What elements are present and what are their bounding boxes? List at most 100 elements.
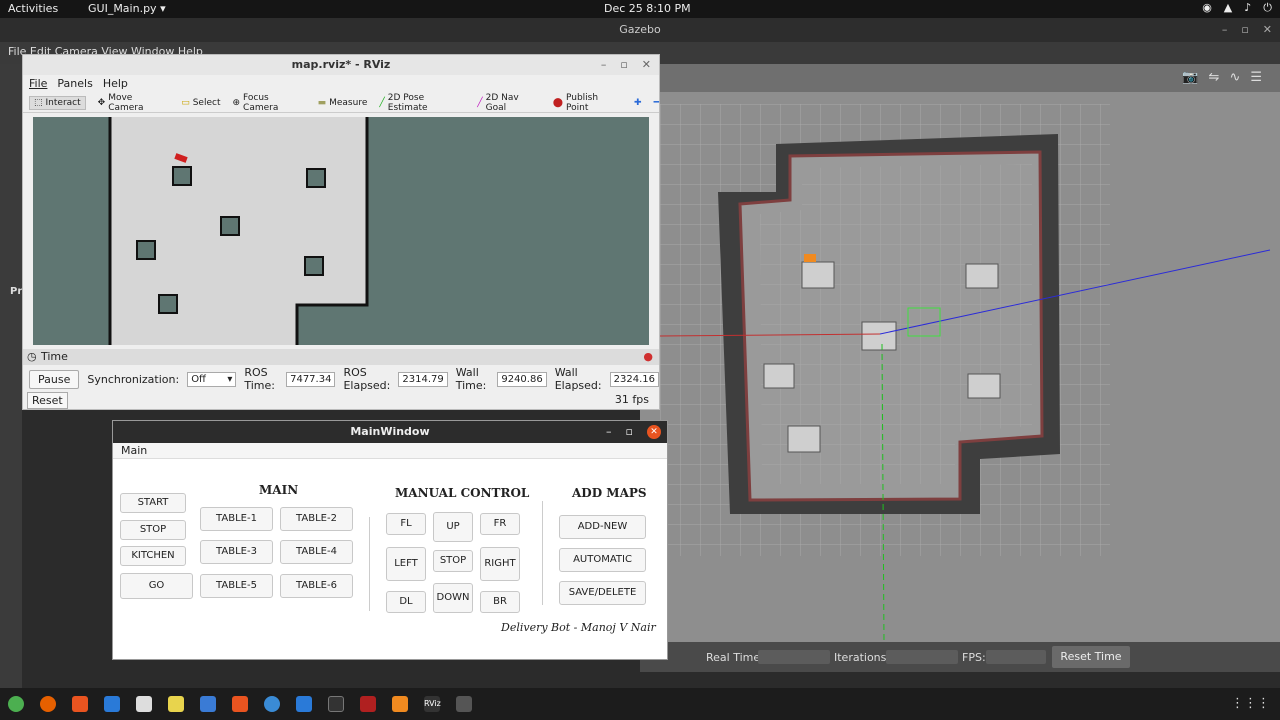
sublime-icon[interactable] <box>72 696 88 712</box>
firefox-icon[interactable] <box>40 696 56 712</box>
text-editor-icon[interactable] <box>136 696 152 712</box>
table-6-button[interactable]: TABLE-6 <box>280 574 353 598</box>
main-window-titlebar: MainWindow – ▫ ✕ <box>113 421 667 443</box>
document-icon[interactable] <box>200 696 216 712</box>
maximize-icon[interactable]: ▫ <box>1241 18 1248 42</box>
automatic-button[interactable]: AUTOMATIC <box>559 548 646 572</box>
menu-file[interactable]: File <box>29 75 47 93</box>
gazebo-3d-scene[interactable] <box>640 64 1280 642</box>
close-panel-icon[interactable]: ● <box>643 349 653 365</box>
system-tray[interactable]: ◉ ▲ ♪ ⏻ <box>1202 1 1272 15</box>
divider <box>542 501 543 605</box>
manual-control-heading: MANUAL CONTROL <box>395 486 530 500</box>
fps-label: FPS: <box>962 651 986 664</box>
pose-estimate-icon: ╱ <box>379 97 385 108</box>
main-window-menubar: Main <box>113 443 667 459</box>
tool-2d-pose-estimate[interactable]: ╱ 2D Pose Estimate <box>379 93 465 113</box>
reset-time-button[interactable]: Reset Time <box>1052 646 1130 668</box>
files-icon[interactable] <box>104 696 120 712</box>
software-icon[interactable] <box>232 696 248 712</box>
maximize-icon[interactable]: ▫ <box>626 421 633 443</box>
clock-icon: ◷ <box>27 350 37 363</box>
system-top-bar: Activities GUI_Main.py ▾ Dec 25 8:10 PM … <box>0 0 1280 18</box>
tool-measure[interactable]: ▬ Measure <box>318 98 368 108</box>
minimize-icon[interactable]: – <box>601 55 607 75</box>
stop-manual-button[interactable]: STOP <box>433 550 473 572</box>
app-menu[interactable]: GUI_Main.py ▾ <box>88 2 166 15</box>
gazebo-titlebar: Gazebo – ▫ ✕ <box>0 18 1280 42</box>
fr-button[interactable]: FR <box>480 513 520 535</box>
ros-time-value: 7477.34 <box>286 371 336 387</box>
menu-main[interactable]: Main <box>121 444 147 457</box>
log-icon[interactable]: ⇋ <box>1209 70 1220 85</box>
go-button[interactable]: GO <box>120 573 193 599</box>
left-button[interactable]: LEFT <box>386 547 426 581</box>
tool-move-camera[interactable]: ✥ Move Camera <box>98 93 170 113</box>
close-icon[interactable]: ✕ <box>642 55 651 75</box>
terminal-icon[interactable] <box>328 696 344 712</box>
minimize-icon[interactable]: – <box>606 421 612 443</box>
nav-goal-icon: ╱ <box>477 97 483 108</box>
wifi-icon: ▲ <box>1223 1 1233 14</box>
remove-tool-icon[interactable]: ━ <box>654 98 659 108</box>
menu-icon[interactable]: ☰ <box>1250 70 1262 85</box>
settings-icon[interactable] <box>168 696 184 712</box>
time-panel-title: Time <box>41 350 68 363</box>
rviz-title: map.rviz* - RViz <box>291 58 391 71</box>
taskbar: RViz ⋮⋮⋮ <box>0 688 1280 720</box>
rviz-icon[interactable]: RViz <box>424 696 441 712</box>
vscode-icon[interactable] <box>296 696 312 712</box>
menu-help[interactable]: Help <box>103 75 128 93</box>
power-icon: ⏻ <box>1263 1 1272 14</box>
gazebo-title: Gazebo <box>619 23 661 36</box>
br-button[interactable]: BR <box>480 591 520 613</box>
real-time-label: Real Time: <box>706 651 764 664</box>
main-window: MainWindow – ▫ ✕ Main MAIN MANUAL CONTROL … <box>112 420 668 660</box>
pause-button[interactable]: Pause <box>29 369 80 389</box>
sync-select[interactable]: Off ▾ <box>187 371 237 387</box>
tool-interact[interactable]: ⬚ Interact <box>29 95 86 110</box>
tool-2d-nav-goal[interactable]: ╱ 2D Nav Goal <box>477 93 541 113</box>
app-icon[interactable] <box>360 696 376 712</box>
fl-button[interactable]: FL <box>386 513 426 535</box>
python-window-icon[interactable] <box>456 696 472 712</box>
table-2-button[interactable]: TABLE-2 <box>280 507 353 531</box>
tool-select[interactable]: ▭ Select <box>181 98 220 108</box>
up-button[interactable]: UP <box>433 512 473 542</box>
ros-time-label: ROS Time: <box>244 366 275 392</box>
table-4-button[interactable]: TABLE-4 <box>280 540 353 564</box>
close-icon[interactable]: ✕ <box>1263 18 1272 42</box>
save-delete-button[interactable]: SAVE/DELETE <box>559 581 646 605</box>
fps-field <box>986 650 1046 664</box>
close-icon[interactable]: ✕ <box>647 425 661 439</box>
minimize-icon[interactable]: – <box>1222 18 1228 42</box>
table-5-button[interactable]: TABLE-5 <box>200 574 273 598</box>
chrome-icon[interactable] <box>8 696 24 712</box>
screenshot-icon[interactable]: 📷 <box>1182 70 1198 85</box>
publish-point-icon: ⬤ <box>552 97 563 108</box>
menu-panels[interactable]: Panels <box>57 75 92 93</box>
down-button[interactable]: DOWN <box>433 583 473 613</box>
tool-focus-camera[interactable]: ⊕ Focus Camera <box>232 93 305 113</box>
add-new-button[interactable]: ADD-NEW <box>559 515 646 539</box>
reset-button[interactable]: Reset <box>27 392 68 409</box>
kitchen-button[interactable]: KITCHEN <box>120 546 186 566</box>
stop-button[interactable]: STOP <box>120 520 186 540</box>
app-grid-icon[interactable]: ⋮⋮⋮ <box>1231 696 1270 711</box>
right-button[interactable]: RIGHT <box>480 547 520 581</box>
rviz-map-view[interactable] <box>33 117 649 345</box>
focus-camera-icon: ⊕ <box>232 97 241 108</box>
dl-button[interactable]: DL <box>386 591 426 613</box>
table-1-button[interactable]: TABLE-1 <box>200 507 273 531</box>
help-icon[interactable] <box>264 696 280 712</box>
tool-publish-point[interactable]: ⬤ Publish Point <box>553 93 622 113</box>
interact-icon: ⬚ <box>34 97 43 108</box>
gazebo-icon[interactable] <box>392 696 408 712</box>
activities-button[interactable]: Activities <box>8 2 58 15</box>
plot-icon[interactable]: ∿ <box>1229 70 1240 85</box>
add-tool-icon[interactable]: ✚ <box>634 98 642 108</box>
start-button[interactable]: START <box>120 493 186 513</box>
clock[interactable]: Dec 25 8:10 PM <box>604 2 691 15</box>
table-3-button[interactable]: TABLE-3 <box>200 540 273 564</box>
maximize-icon[interactable]: ▫ <box>620 55 627 75</box>
